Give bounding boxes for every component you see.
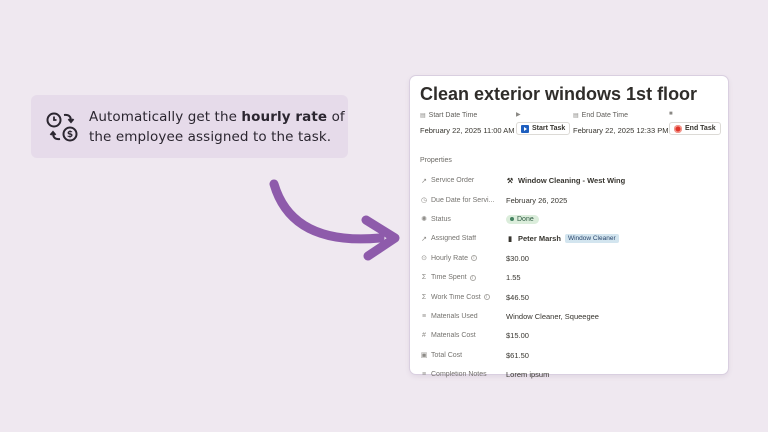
properties-heading: Properties bbox=[420, 157, 452, 164]
property-row[interactable]: ▣ Total Cost $61.50 bbox=[420, 346, 718, 365]
end-task-button[interactable]: End Task bbox=[669, 122, 721, 135]
svg-text:$: $ bbox=[67, 130, 73, 140]
date-time-row: ▤ Start Date Time February 22, 2025 11:0… bbox=[420, 110, 721, 146]
property-row[interactable]: ↗ Service Order ⚒ Window Cleaning - West W… bbox=[420, 171, 718, 190]
play-button-icon bbox=[521, 124, 529, 133]
start-task-button[interactable]: Start Task bbox=[516, 122, 571, 135]
callout-text: Automatically get the hourly rate of the… bbox=[89, 108, 345, 145]
end-date-label: End Date Time bbox=[581, 111, 628, 119]
person-icon: ▮ bbox=[508, 235, 512, 243]
property-row[interactable]: ⊙ Hourly Rate i $30.00 bbox=[420, 249, 718, 268]
property-row[interactable]: Σ Work Time Cost i $46.50 bbox=[420, 287, 718, 306]
property-row[interactable]: ✺ Status Done bbox=[420, 210, 718, 229]
properties-list: ↗ Service Order ⚒ Window Cleaning - West W… bbox=[420, 171, 718, 384]
info-icon[interactable]: i bbox=[470, 255, 477, 262]
info-icon[interactable]: i bbox=[469, 274, 476, 281]
task-page-card: Clean exterior windows 1st floor ▤ Start… bbox=[410, 76, 728, 379]
property-row[interactable]: # Materials Cost $15.00 bbox=[420, 326, 718, 345]
record-stop-icon bbox=[674, 124, 682, 133]
end-date-value[interactable]: February 22, 2025 12:33 PM bbox=[573, 126, 668, 135]
property-row[interactable]: ≡ Materials Used Window Cleaner, Squeegee bbox=[420, 307, 718, 326]
status-icon: ✺ bbox=[421, 216, 427, 224]
calendar-clock-icon: ◷ bbox=[420, 197, 428, 205]
property-row[interactable]: ≡ Completion Notes Lorem ipsum bbox=[420, 365, 718, 384]
curved-arrow-icon bbox=[269, 179, 400, 261]
money-icon: ▣ bbox=[420, 352, 428, 360]
end-date-column: ▤ End Date Time February 22, 2025 12:33 … bbox=[573, 110, 668, 136]
feature-callout: $ Automatically get the hourly rate of t… bbox=[31, 95, 348, 158]
hammer-icon: ⚒ bbox=[506, 177, 514, 185]
play-icon: ▶ bbox=[516, 112, 521, 118]
stop-icon: ■ bbox=[669, 111, 673, 117]
start-date-label: Start Date Time bbox=[428, 111, 478, 119]
property-row[interactable]: ◷ Due Date for Servi... February 26, 2025 bbox=[420, 190, 718, 209]
relation-arrow-icon: ↗ bbox=[421, 177, 427, 185]
relation-arrow-icon: ↗ bbox=[421, 235, 427, 243]
start-date-value[interactable]: February 22, 2025 11:00 AM bbox=[420, 126, 515, 135]
text-lines-icon: ≡ bbox=[421, 371, 427, 379]
formula-icon: Σ bbox=[421, 293, 427, 301]
rollup-icon: ⊙ bbox=[421, 255, 427, 263]
page-title: Clean exterior windows 1st floor bbox=[420, 84, 698, 104]
formula-icon: Σ bbox=[421, 274, 427, 282]
property-row[interactable]: ↗ Assigned Staff ▮ Peter Marsh Window Clean… bbox=[420, 229, 718, 248]
start-date-column: ▤ Start Date Time February 22, 2025 11:0… bbox=[420, 110, 515, 136]
role-tag: Window Cleaner bbox=[564, 234, 619, 244]
calendar-icon: ▤ bbox=[573, 112, 579, 119]
calendar-icon: ▤ bbox=[420, 112, 426, 119]
number-hash-icon: # bbox=[422, 332, 426, 340]
property-row[interactable]: Σ Time Spent i 1.55 bbox=[420, 268, 718, 287]
text-lines-icon: ≡ bbox=[421, 312, 427, 320]
info-icon[interactable]: i bbox=[483, 294, 490, 301]
time-money-exchange-icon: $ bbox=[46, 112, 78, 141]
status-badge[interactable]: Done bbox=[506, 214, 539, 224]
